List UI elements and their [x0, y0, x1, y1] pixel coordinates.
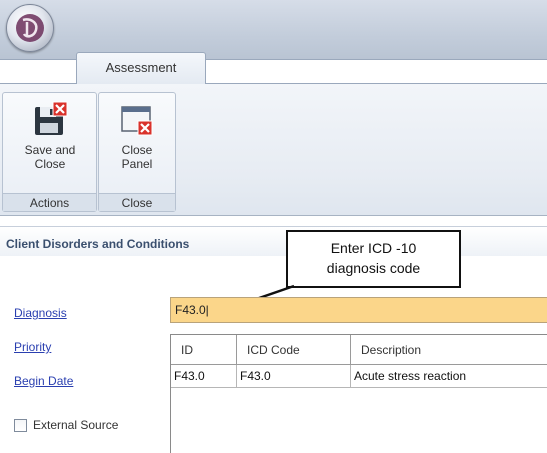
ribbon-group-actions: Save and Close Actions — [2, 92, 97, 212]
diagnosis-results-table: ID ICD Code Description F43.0 F43.0 Acut… — [170, 334, 547, 453]
instruction-callout: Enter ICD -10 diagnosis code — [286, 230, 461, 288]
app-logo-icon — [16, 14, 44, 42]
diagnosis-label-link[interactable]: Diagnosis — [14, 306, 67, 320]
table-row-divider — [171, 387, 547, 388]
begin-date-label-link[interactable]: Begin Date — [14, 374, 73, 388]
close-panel-icon — [121, 106, 153, 136]
save-close-label-line2: Close — [34, 157, 66, 171]
callout-line2: diagnosis code — [326, 260, 421, 276]
actions-group-label: Actions — [3, 193, 96, 211]
close-panel-label-line2: Panel — [121, 157, 153, 171]
close-panel-label-line1: Close — [121, 143, 153, 157]
app-menu-orb[interactable] — [6, 4, 54, 52]
external-source-checkbox[interactable] — [14, 419, 27, 432]
close-panel-button[interactable]: Close Panel — [101, 97, 173, 189]
ribbon-titlebar — [0, 0, 547, 60]
column-header-icd-code[interactable]: ICD Code — [237, 335, 351, 365]
callout-line1: Enter ICD -10 — [330, 240, 417, 256]
cell-id[interactable]: F43.0 — [171, 365, 237, 387]
column-header-id[interactable]: ID — [171, 335, 237, 365]
column-header-description[interactable]: Description — [351, 335, 547, 365]
save-close-icon — [35, 101, 68, 135]
save-and-close-button[interactable]: Save and Close — [5, 97, 95, 189]
close-group-label: Close — [99, 193, 175, 211]
ribbon-group-close: Close Panel Close — [98, 92, 176, 212]
save-close-label-line1: Save and — [24, 143, 76, 157]
priority-label-link[interactable]: Priority — [14, 340, 51, 354]
diagnosis-input[interactable] — [170, 297, 547, 323]
section-title: Client Disorders and Conditions — [6, 237, 190, 251]
cell-description[interactable]: Acute stress reaction — [351, 365, 547, 387]
cell-icd-code[interactable]: F43.0 — [237, 365, 351, 387]
external-source-label: External Source — [33, 418, 119, 432]
tab-assessment[interactable]: Assessment — [76, 52, 206, 84]
